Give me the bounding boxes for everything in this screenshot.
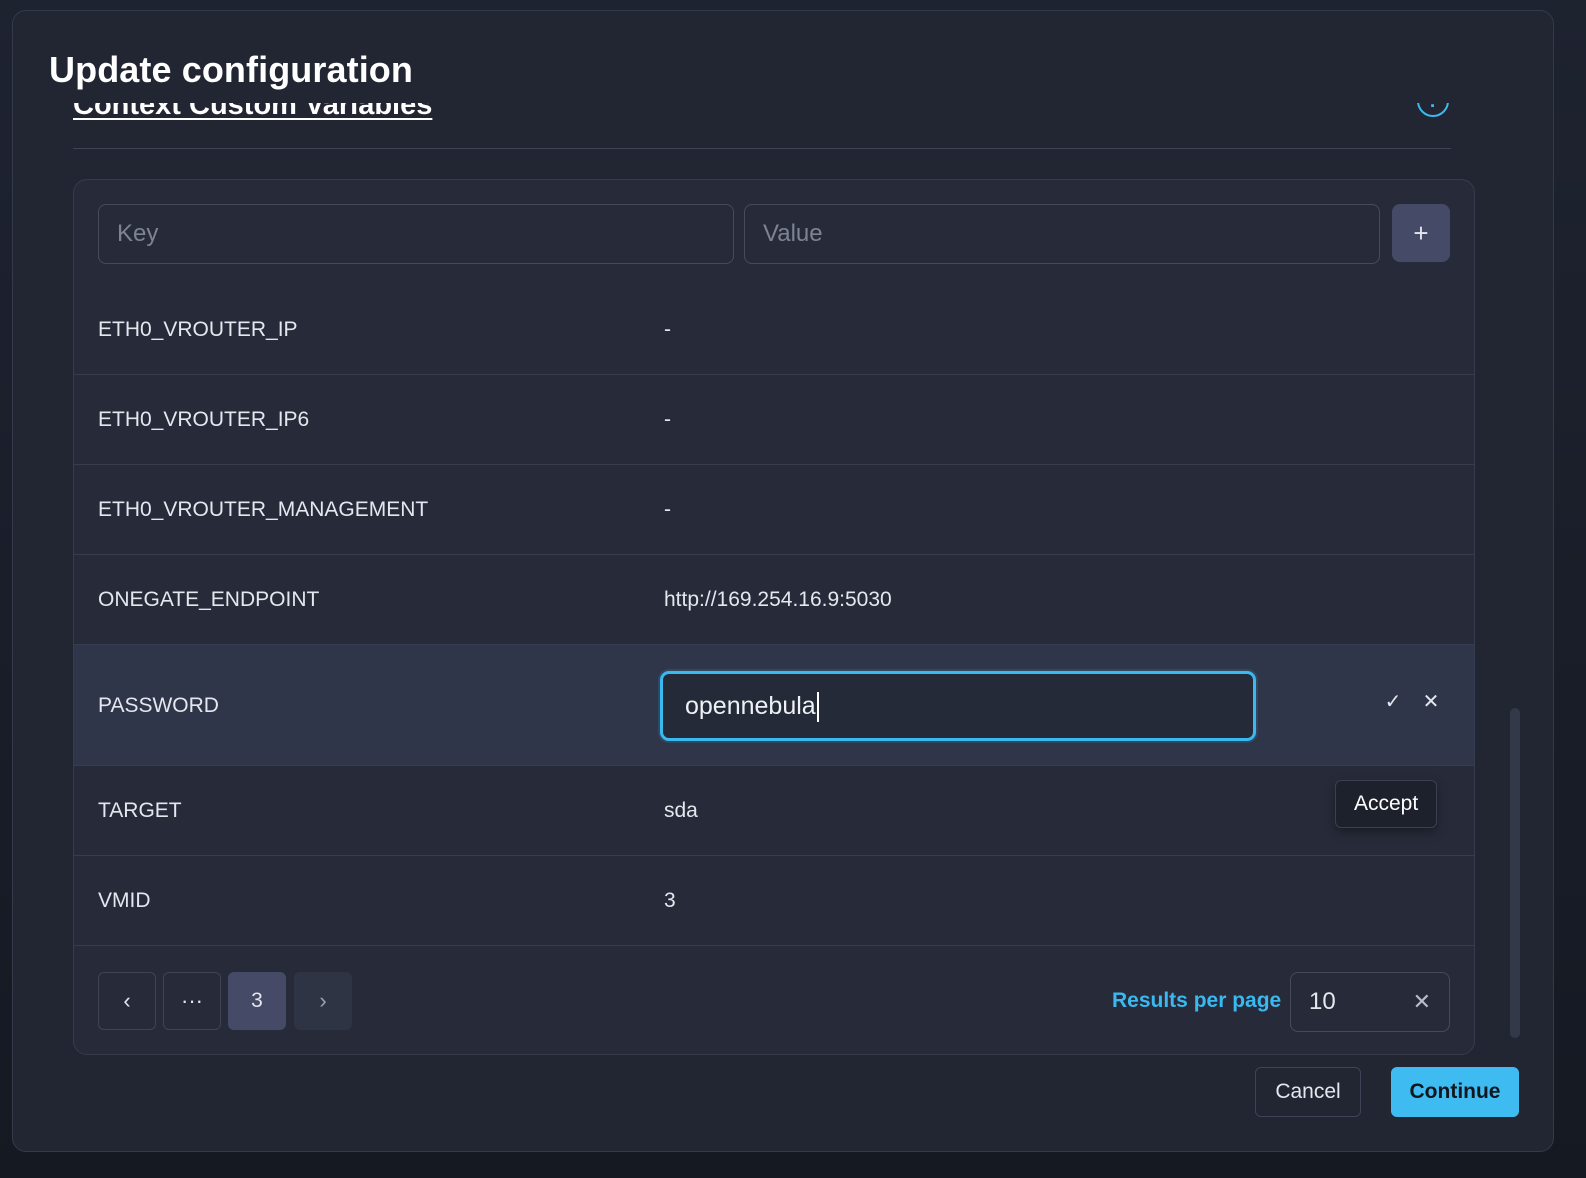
value-input[interactable] bbox=[744, 204, 1380, 264]
variable-value-edit-input[interactable]: opennebula bbox=[660, 671, 1256, 741]
table-row[interactable]: ETH0_VROUTER_IP - bbox=[74, 285, 1474, 375]
section-title: Context Custom Variables bbox=[73, 103, 433, 121]
section-header[interactable]: Context Custom Variables ? ⌃ bbox=[73, 103, 1471, 149]
table-row[interactable]: VMID 3 bbox=[74, 856, 1474, 946]
chevron-up-icon[interactable]: ⌃ bbox=[1453, 103, 1473, 117]
close-icon[interactable]: ✕ bbox=[1418, 689, 1444, 715]
ellipsis-page-button[interactable]: ··· bbox=[163, 972, 221, 1030]
variable-key: PASSWORD bbox=[98, 694, 219, 717]
variable-key: ETH0_VROUTER_IP bbox=[98, 318, 298, 341]
accept-tooltip: Accept bbox=[1335, 780, 1438, 828]
results-per-page-select[interactable]: 10 ✕ bbox=[1290, 972, 1450, 1032]
variable-key: VMID bbox=[98, 889, 151, 912]
key-input[interactable] bbox=[98, 204, 734, 264]
table-row[interactable]: ONEGATE_ENDPOINT http://169.254.16.9:503… bbox=[74, 555, 1474, 645]
variable-key: TARGET bbox=[98, 799, 182, 822]
clear-icon[interactable]: ✕ bbox=[1413, 973, 1431, 1031]
update-configuration-dialog: Update configuration Context Custom Vari… bbox=[12, 10, 1554, 1152]
variable-key: ETH0_VROUTER_IP6 bbox=[98, 408, 310, 431]
page-3-button[interactable]: 3 bbox=[228, 972, 286, 1030]
check-icon[interactable]: ✓ bbox=[1380, 689, 1406, 715]
variable-value: sda bbox=[664, 799, 698, 822]
table-row[interactable]: TARGET sda bbox=[74, 766, 1474, 856]
scrollbar[interactable] bbox=[1510, 708, 1520, 1038]
variables-table: ETH0_VROUTER_IP - ETH0_VROUTER_IP6 - ETH… bbox=[74, 285, 1474, 946]
previous-page-button[interactable]: ‹ bbox=[98, 972, 156, 1030]
variable-key: ONEGATE_ENDPOINT bbox=[98, 588, 320, 611]
variables-card: + ETH0_VROUTER_IP - ETH0_VROUTER_IP6 - E… bbox=[73, 179, 1475, 1055]
help-icon[interactable]: ? bbox=[1417, 103, 1449, 117]
add-variable-row: + bbox=[98, 204, 1450, 264]
variable-value: http://169.254.16.9:5030 bbox=[664, 588, 892, 611]
variable-value: - bbox=[664, 408, 671, 431]
results-per-page-value: 10 bbox=[1309, 988, 1336, 1015]
results-per-page-label: Results per page bbox=[1112, 989, 1282, 1012]
table-row[interactable]: ETH0_VROUTER_MANAGEMENT - bbox=[74, 465, 1474, 555]
dialog-scroll-area[interactable]: Context Custom Variables ? ⌃ + ETH0_VROU… bbox=[13, 103, 1553, 1063]
variable-value: 3 bbox=[664, 889, 676, 912]
dialog-title: Update configuration bbox=[49, 49, 413, 90]
continue-button[interactable]: Continue bbox=[1391, 1067, 1519, 1117]
next-page-button[interactable]: › bbox=[294, 972, 352, 1030]
cancel-button[interactable]: Cancel bbox=[1255, 1067, 1361, 1117]
variable-value: - bbox=[664, 498, 671, 521]
variable-value: - bbox=[664, 318, 671, 341]
variable-key: ETH0_VROUTER_MANAGEMENT bbox=[98, 498, 429, 521]
table-row-editing[interactable]: PASSWORD opennebula ✓ ✕ bbox=[74, 645, 1474, 766]
add-variable-button[interactable]: + bbox=[1392, 204, 1450, 262]
pagination: ‹ ··· 3 › Results per page 10 ✕ bbox=[74, 948, 1474, 1054]
table-row[interactable]: ETH0_VROUTER_IP6 - bbox=[74, 375, 1474, 465]
